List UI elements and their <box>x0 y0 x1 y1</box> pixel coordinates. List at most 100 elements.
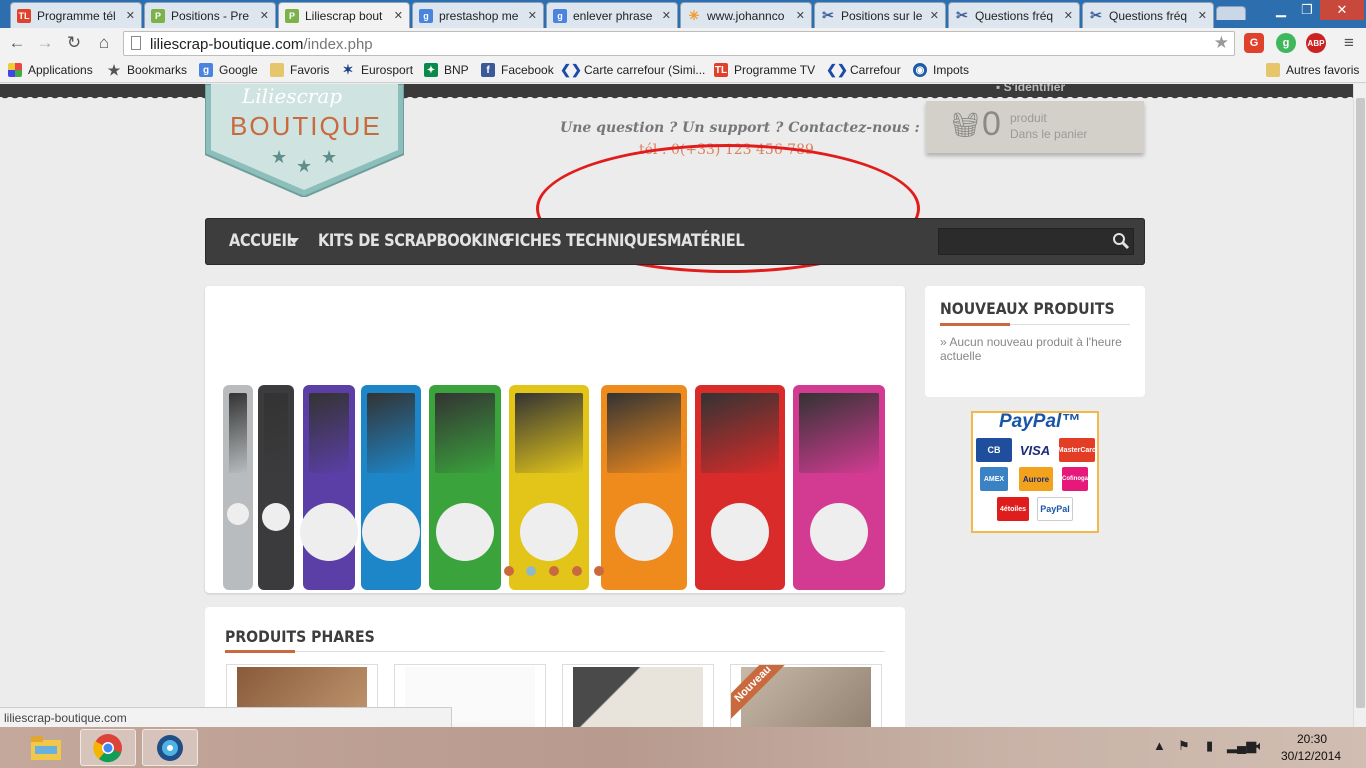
tab-liliescrap[interactable]: P Liliescrap bout ✕ <box>278 2 410 28</box>
tab-label: Programme tél <box>37 8 116 23</box>
ipod-device <box>361 385 421 590</box>
clock-time[interactable]: 20:30 <box>1297 732 1327 746</box>
close-icon[interactable]: ✕ <box>1064 9 1073 22</box>
paypal-block[interactable]: PayPal™ CB VISA MasterCard AMEX Aurore C… <box>971 411 1099 533</box>
maximize-button[interactable]: ❐ <box>1294 0 1320 20</box>
tab-questions-2[interactable]: ✂ Questions fréq ✕ <box>1082 2 1214 28</box>
signal-icon[interactable]: ▂▄▆ <box>1227 738 1256 754</box>
bookmark-label: Carte carrefour (Simi... <box>584 63 706 77</box>
scissors-icon: ✂ <box>1090 7 1102 23</box>
menu-icon[interactable]: ≡ <box>1338 32 1360 54</box>
close-icon[interactable]: ✕ <box>394 9 403 22</box>
close-icon[interactable]: ✕ <box>528 9 537 22</box>
bookmark-label: Applications <box>28 63 93 77</box>
slider-dot[interactable] <box>594 566 604 576</box>
bookmark-label: Bookmarks <box>127 63 188 77</box>
product-card[interactable]: Nouveau <box>730 664 882 727</box>
flag-icon[interactable]: ⚑ <box>1178 738 1190 754</box>
scrollbar-thumb[interactable] <box>1356 98 1365 708</box>
close-icon[interactable]: ✕ <box>930 9 939 22</box>
close-icon[interactable]: ✕ <box>796 9 805 22</box>
tab-prestashop-search[interactable]: g prestashop me ✕ <box>412 2 544 28</box>
reload-icon[interactable]: ↻ <box>63 32 85 54</box>
bookmark-google[interactable]: g Google <box>199 63 258 77</box>
folder-icon <box>270 63 284 77</box>
adblock-icon[interactable]: ABP <box>1306 33 1326 53</box>
close-icon[interactable]: ✕ <box>1198 9 1207 22</box>
bookmark-eurosport[interactable]: ✶ Eurosport <box>341 62 414 77</box>
ipod-screen <box>229 393 247 473</box>
chevron-up-icon[interactable]: ▲ <box>1153 738 1166 753</box>
tab-programme-tv[interactable]: TL Programme tél ✕ <box>10 2 142 28</box>
url-text: liliescrap-boutique.com/index.php <box>150 36 373 53</box>
carrefour-icon: ❮❯ <box>826 62 848 77</box>
menu-item-accueil[interactable]: ACCUEIL <box>229 231 296 251</box>
bookmark-label: Facebook <box>501 63 554 77</box>
file-explorer-icon[interactable] <box>18 729 74 766</box>
google-icon: g <box>553 8 567 23</box>
address-bar[interactable]: liliescrap-boutique.com/index.php ★ <box>123 31 1235 56</box>
bookmark-autres-favoris[interactable]: Autres favoris <box>1266 63 1359 77</box>
home-slider[interactable] <box>205 286 905 593</box>
chrome-icon[interactable] <box>80 729 136 766</box>
bookmark-favoris[interactable]: Favoris <box>270 63 329 77</box>
menu-item-materiel[interactable]: MATÉRIEL <box>667 231 745 251</box>
bookmark-impots[interactable]: ◉ Impots <box>913 63 969 77</box>
tab-enlever-phrase[interactable]: g enlever phrase ✕ <box>546 2 678 28</box>
new-tab-button[interactable] <box>1216 6 1246 20</box>
product-card[interactable] <box>562 664 714 727</box>
slider-dot[interactable] <box>549 566 559 576</box>
close-icon[interactable]: ✕ <box>260 9 269 22</box>
ipod-screen <box>309 393 349 473</box>
tab-positions-sur-le[interactable]: ✂ Positions sur le ✕ <box>814 2 946 28</box>
clock-date[interactable]: 30/12/2014 <box>1281 749 1341 763</box>
minimize-button[interactable]: ▁ <box>1268 0 1294 20</box>
close-icon[interactable]: ✕ <box>662 9 671 22</box>
prestashop-icon: P <box>285 8 299 23</box>
google-icon: g <box>199 63 213 77</box>
volume-icon[interactable]: 🔈︎ <box>1256 738 1264 754</box>
bookmark-carrefour[interactable]: ❮❯ Carrefour <box>826 62 901 77</box>
back-arrow-icon[interactable]: ← <box>6 32 28 54</box>
bookmark-label: Impots <box>933 63 970 77</box>
close-icon[interactable]: ✕ <box>126 9 135 22</box>
main-menu: ACCUEIL KITS DE SCRAPBOOKING FICHES TECH… <box>205 218 1145 265</box>
menu-item-fiches[interactable]: FICHES TECHNIQUES <box>505 231 668 251</box>
click-wheel <box>362 503 420 561</box>
bookmark-bnp[interactable]: ✦ BNP <box>424 63 469 77</box>
signin-link[interactable]: ▪ S'identifier <box>996 84 1065 94</box>
menu-item-kits[interactable]: KITS DE SCRAPBOOKING <box>318 231 511 251</box>
visa-card-icon: VISA <box>1017 438 1053 462</box>
bookmark-label: Eurosport <box>361 63 414 77</box>
star-icon: ★ <box>271 147 288 167</box>
bookmark-carte-carrefour[interactable]: ❮❯ Carte carrefour (Simi... <box>560 62 706 77</box>
forward-arrow-icon[interactable]: → <box>34 32 56 54</box>
page-scrollbar[interactable] <box>1353 84 1366 727</box>
loading-icon: ✳ <box>688 7 700 23</box>
slider-dot[interactable] <box>526 566 536 576</box>
bookmark-facebook[interactable]: f Facebook <box>481 63 554 77</box>
bookmark-applications[interactable]: Applications <box>8 63 93 77</box>
extension-grammarly-icon[interactable]: g <box>1276 33 1296 53</box>
slider-dot[interactable] <box>572 566 582 576</box>
extension-g-icon[interactable]: G <box>1244 33 1264 53</box>
close-window-button[interactable]: ✕ <box>1320 0 1364 20</box>
url-path: /index.php <box>303 36 373 53</box>
tab-questions-1[interactable]: ✂ Questions fréq ✕ <box>948 2 1080 28</box>
slider-dot[interactable] <box>504 566 514 576</box>
facebook-icon: f <box>481 63 495 77</box>
impots-icon: ◉ <box>913 63 927 77</box>
cart-block[interactable]: 🧺︎ 0 produit Dans le panier <box>926 101 1144 153</box>
click-wheel <box>520 503 578 561</box>
media-icon[interactable] <box>142 729 198 766</box>
ipod-screen <box>799 393 879 473</box>
search-icon[interactable] <box>1112 232 1130 250</box>
battery-icon[interactable]: ▮ <box>1206 738 1213 754</box>
home-icon[interactable]: ⌂ <box>93 32 115 54</box>
tab-johannco[interactable]: ✳ www.johannco ✕ <box>680 2 812 28</box>
search-input[interactable] <box>938 228 1134 255</box>
bookmark-programme-tv[interactable]: TL Programme TV <box>714 63 815 77</box>
bookmark-star-icon[interactable]: ★ <box>1214 33 1229 53</box>
tab-positions-presta[interactable]: P Positions - Pre ✕ <box>144 2 276 28</box>
bookmark-bookmarks[interactable]: ★ Bookmarks <box>107 62 188 78</box>
